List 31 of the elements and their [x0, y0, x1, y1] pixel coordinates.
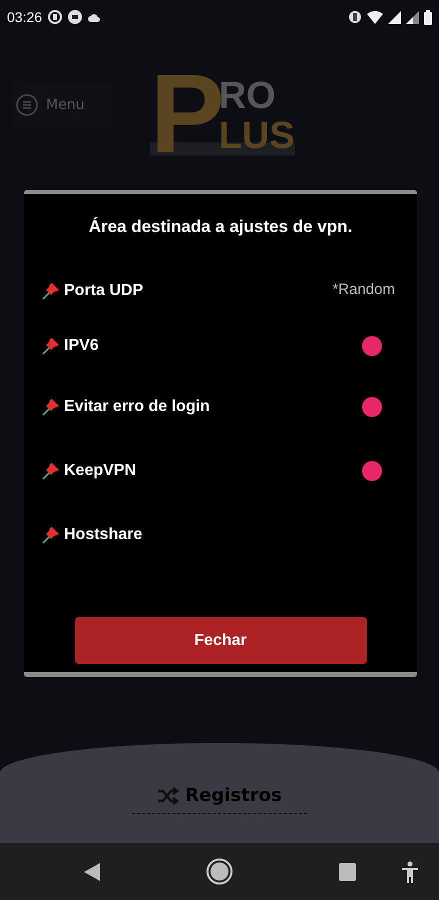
cloud-icon [88, 12, 100, 22]
close-button[interactable]: Fechar [74, 617, 366, 664]
notification-icon [68, 10, 82, 24]
menu-icon [16, 94, 38, 116]
setting-label: Porta UDP [64, 280, 144, 300]
pushpin-icon [41, 396, 61, 416]
setting-label: Hostshare [64, 524, 142, 544]
pushpin-icon [41, 460, 61, 480]
recents-button[interactable] [339, 862, 356, 880]
pushpin-icon [41, 280, 61, 300]
toggle-switch[interactable] [362, 396, 382, 416]
status-time: 03:26 [7, 8, 42, 26]
signal-icon [406, 10, 419, 24]
setting-label: Evitar erro de login [64, 396, 210, 416]
home-button[interactable] [206, 858, 233, 885]
back-button[interactable] [84, 862, 100, 880]
pushpin-icon [41, 524, 61, 544]
notification-icon [48, 10, 62, 24]
shuffle-icon [157, 786, 180, 804]
battery-icon [424, 10, 432, 24]
signal-icon [388, 10, 401, 24]
setting-label: IPV6 [64, 336, 99, 356]
toggle-switch[interactable] [362, 460, 382, 480]
port-dropdown[interactable]: *Random [332, 279, 395, 302]
dialog-title: Área destinada a ajustes de vpn. [88, 216, 354, 238]
wifi-icon [367, 10, 383, 24]
vibrate-icon [348, 10, 362, 24]
pushpin-icon [41, 336, 61, 356]
setting-label: KeepVPN [64, 460, 136, 480]
accessibility-icon[interactable] [401, 860, 419, 882]
toggle-switch[interactable] [362, 336, 382, 356]
